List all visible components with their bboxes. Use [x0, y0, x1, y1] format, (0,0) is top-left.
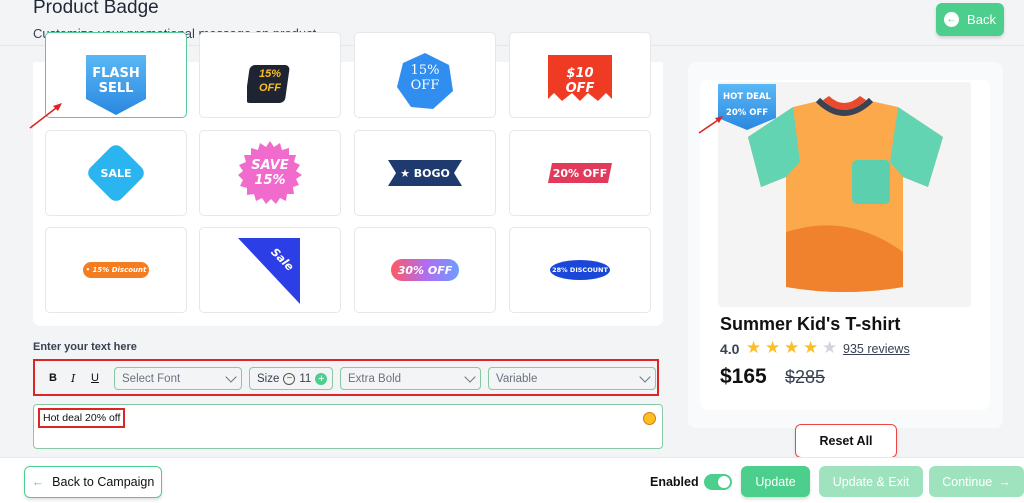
size-label: Size	[257, 372, 280, 385]
underline-button[interactable]: U	[91, 372, 99, 384]
arrow-right-icon: →	[998, 474, 1011, 489]
badge-option-28-discount[interactable]: 28% DISCOUNT	[509, 227, 651, 313]
10-off-red-line1: $10	[566, 66, 594, 81]
badge-option-sale[interactable]: SALE	[45, 130, 187, 216]
enabled-toggle[interactable]	[704, 474, 732, 490]
font-select-value: Select Font	[122, 372, 181, 385]
annotation-arrow-icon	[29, 103, 62, 129]
badge-option-30-off[interactable]: 30% OFF	[354, 227, 496, 313]
chevron-down-icon	[464, 371, 476, 383]
product-rating: 4.0	[720, 341, 740, 357]
star-icon: ★	[784, 338, 800, 357]
annotation-arrow-icon	[698, 116, 723, 134]
back-to-campaign-label: Back to Campaign	[52, 475, 155, 489]
badge-option-10-off-red[interactable]: $10 OFF	[509, 32, 651, 118]
font-weight-select[interactable]: Extra Bold	[340, 367, 481, 390]
15-off-dark-line1: 15%	[258, 68, 282, 80]
reviews-link[interactable]: 935 reviews	[843, 342, 910, 356]
italic-button[interactable]: I	[71, 372, 75, 385]
bogo-text: BOGO	[413, 166, 450, 180]
font-weight-value: Extra Bold	[348, 372, 402, 385]
back-to-campaign-button[interactable]: ← Back to Campaign	[24, 466, 162, 498]
page-title: Product Badge	[33, 0, 159, 18]
star-icon: ★	[400, 166, 414, 180]
enabled-label: Enabled	[650, 475, 699, 489]
sale-corner-badge	[238, 238, 300, 304]
badge-text-input[interactable]: Hot deal 20% off	[33, 404, 663, 449]
reset-all-button[interactable]: Reset All	[795, 424, 897, 458]
text-format-toolbar: B I U Select Font Size − 11 + Extra Bold…	[33, 359, 659, 396]
badge-grid: FLASH SELL 15% OFF 15% OFF $10 OFF SALE …	[33, 32, 663, 326]
save-15-line1: SAVE	[251, 158, 289, 173]
chevron-down-icon	[639, 371, 651, 383]
product-name: Summer Kid's T-shirt	[720, 314, 901, 334]
star-icon: ★	[803, 338, 819, 357]
minus-icon[interactable]: −	[283, 372, 296, 385]
20-off-badge-text: 20% OFF	[552, 166, 608, 180]
product-price: $165	[720, 365, 767, 388]
15-discount-text: • 15% Discount	[85, 266, 147, 274]
badge-option-flash-sell[interactable]: FLASH SELL	[45, 32, 187, 118]
flash-sell-line2: SELL	[98, 81, 134, 96]
15-off-dark-line2: OFF	[259, 82, 281, 94]
plus-icon[interactable]: +	[315, 372, 328, 385]
update-button[interactable]: Update	[741, 466, 810, 497]
star-icon: ★	[746, 338, 762, 357]
arrow-left-icon: ←	[31, 475, 45, 489]
text-input-label: Enter your text here	[33, 341, 137, 353]
toggle-knob	[718, 476, 730, 488]
emoji-icon[interactable]	[643, 412, 656, 425]
28-discount-text: 28% DISCOUNT	[552, 266, 608, 274]
update-exit-button[interactable]: Update & Exit	[819, 466, 923, 497]
back-button[interactable]: ← Back	[936, 3, 1004, 36]
size-value: 11	[299, 372, 312, 385]
font-variant-select[interactable]: Variable	[488, 367, 656, 390]
badge-option-15-discount[interactable]: • 15% Discount	[45, 227, 187, 313]
chevron-down-icon	[225, 371, 237, 383]
continue-button[interactable]: Continue →	[929, 466, 1024, 497]
font-variant-value: Variable	[496, 372, 538, 385]
flash-sell-line1: FLASH	[92, 66, 140, 81]
badge-text-value: Hot deal 20% off	[38, 408, 126, 428]
hot-deal-line1: HOT DEAL	[723, 92, 771, 102]
30-off-text: 30% OFF	[397, 263, 453, 277]
badge-option-20-off[interactable]: 20% OFF	[509, 130, 651, 216]
save-15-line2: 15%	[254, 173, 286, 188]
size-stepper[interactable]: Size − 11 +	[249, 367, 333, 390]
badge-option-15-off-dark[interactable]: 15% OFF	[199, 32, 341, 118]
15-off-blue-line1: 15%	[410, 63, 440, 78]
badge-option-sale-corner[interactable]: Sale	[199, 227, 341, 313]
hot-deal-line2: 20% OFF	[725, 108, 769, 118]
badge-option-bogo[interactable]: ★ BOGO	[354, 130, 496, 216]
font-select[interactable]: Select Font	[114, 367, 242, 390]
bogo-badge-text: ★ BOGO	[400, 167, 450, 180]
star-icon: ★	[765, 338, 781, 357]
15-off-blue-line2: OFF	[410, 78, 440, 93]
star-empty-icon: ★	[822, 338, 838, 357]
sale-badge-text: SALE	[100, 166, 132, 180]
arrow-left-icon: ←	[944, 12, 960, 27]
bold-button[interactable]: B	[49, 372, 57, 384]
back-button-label: Back	[967, 12, 996, 27]
10-off-red-line2: OFF	[565, 81, 595, 96]
badge-option-save-15[interactable]: SAVE 15%	[199, 130, 341, 216]
badge-option-15-off-blue[interactable]: 15% OFF	[354, 32, 496, 118]
product-old-price: $285	[785, 367, 826, 387]
continue-label: Continue	[942, 474, 993, 489]
